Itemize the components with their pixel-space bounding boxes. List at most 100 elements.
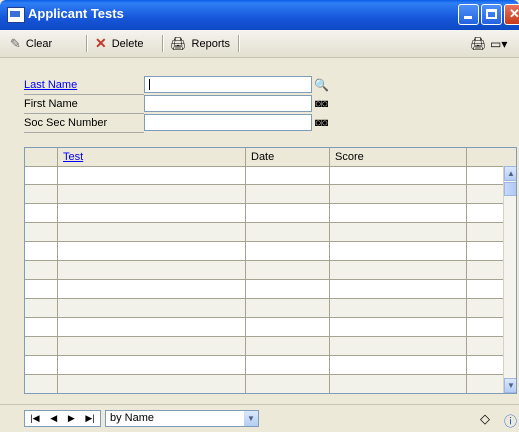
title-bar[interactable]: Applicant Tests <box>0 0 519 30</box>
note-icon[interactable]: ◇ <box>480 411 490 427</box>
table-cell[interactable] <box>25 280 58 298</box>
table-cell[interactable] <box>25 242 58 260</box>
table-cell[interactable] <box>58 261 246 279</box>
table-row[interactable] <box>25 337 503 356</box>
table-cell[interactable] <box>58 375 246 393</box>
table-cell[interactable] <box>246 166 330 184</box>
table-cell[interactable] <box>25 375 58 393</box>
table-cell[interactable] <box>58 280 246 298</box>
minimize-button[interactable] <box>458 4 479 25</box>
table-cell[interactable] <box>330 375 467 393</box>
help-icon[interactable]: ⓘ <box>504 411 517 430</box>
close-button[interactable] <box>504 4 519 25</box>
maximize-button[interactable] <box>481 4 502 25</box>
table-cell[interactable] <box>25 223 58 241</box>
table-cell[interactable] <box>330 299 467 317</box>
table-cell[interactable] <box>25 204 58 222</box>
table-cell[interactable] <box>467 299 503 317</box>
scroll-down-button[interactable]: ▼ <box>504 378 516 393</box>
table-cell[interactable] <box>246 337 330 355</box>
table-row[interactable] <box>25 223 503 242</box>
table-cell[interactable] <box>330 166 467 184</box>
previous-record-icon[interactable]: ◀ <box>50 413 57 424</box>
table-cell[interactable] <box>246 242 330 260</box>
chevron-down-icon[interactable]: ▼ <box>244 411 258 426</box>
table-row[interactable] <box>25 318 503 337</box>
table-cell[interactable] <box>330 337 467 355</box>
table-cell[interactable] <box>58 223 246 241</box>
first-name-field[interactable] <box>144 95 312 112</box>
print-button[interactable]: 🖨 <box>470 34 487 53</box>
table-cell[interactable] <box>25 185 58 203</box>
scroll-up-button[interactable]: ▲ <box>504 166 516 181</box>
table-cell[interactable] <box>467 242 503 260</box>
table-cell[interactable] <box>246 185 330 203</box>
table-cell[interactable] <box>330 223 467 241</box>
table-cell[interactable] <box>58 356 246 374</box>
ssn-field[interactable] <box>144 114 312 131</box>
table-cell[interactable] <box>25 318 58 336</box>
table-cell[interactable] <box>467 185 503 203</box>
table-cell[interactable] <box>58 204 246 222</box>
last-record-icon[interactable]: ▶| <box>85 413 94 424</box>
table-cell[interactable] <box>246 261 330 279</box>
table-cell[interactable] <box>246 356 330 374</box>
next-record-icon[interactable]: ▶ <box>68 413 75 424</box>
table-cell[interactable] <box>246 299 330 317</box>
table-cell[interactable] <box>25 299 58 317</box>
table-cell[interactable] <box>25 337 58 355</box>
table-cell[interactable] <box>467 337 503 355</box>
last-name-field[interactable] <box>144 76 312 93</box>
table-cell[interactable] <box>330 261 467 279</box>
table-cell[interactable] <box>25 166 58 184</box>
score-column-header[interactable]: Score <box>330 148 467 166</box>
ssn-search-button[interactable]: ◙◙ <box>313 114 330 131</box>
table-row[interactable] <box>25 356 503 375</box>
table-cell[interactable] <box>467 280 503 298</box>
table-row[interactable] <box>25 166 503 185</box>
delete-button[interactable]: ✕ Delete <box>95 34 144 53</box>
last-name-label[interactable]: Last Name <box>24 76 77 95</box>
table-cell[interactable] <box>330 185 467 203</box>
table-row[interactable] <box>25 185 503 204</box>
table-cell[interactable] <box>58 337 246 355</box>
window-options-button[interactable]: ▭▾ <box>490 34 507 53</box>
table-cell[interactable] <box>467 375 503 393</box>
first-name-search-button[interactable]: ◙◙ <box>313 95 330 112</box>
tests-grid[interactable]: Test Date Score ▲ ▼ <box>24 147 517 394</box>
table-cell[interactable] <box>58 185 246 203</box>
table-cell[interactable] <box>58 166 246 184</box>
table-row[interactable] <box>25 242 503 261</box>
table-cell[interactable] <box>467 261 503 279</box>
scroll-thumb[interactable] <box>504 182 516 196</box>
table-cell[interactable] <box>25 261 58 279</box>
reports-button[interactable]: 🖨 Reports <box>170 34 230 53</box>
table-cell[interactable] <box>58 242 246 260</box>
table-cell[interactable] <box>330 280 467 298</box>
clear-button[interactable]: ✎ Clear <box>10 34 52 53</box>
table-cell[interactable] <box>58 299 246 317</box>
table-cell[interactable] <box>467 166 503 184</box>
table-row[interactable] <box>25 280 503 299</box>
date-column-header[interactable]: Date <box>246 148 330 166</box>
table-row[interactable] <box>25 204 503 223</box>
table-cell[interactable] <box>467 356 503 374</box>
table-cell[interactable] <box>467 223 503 241</box>
table-cell[interactable] <box>58 318 246 336</box>
vertical-scrollbar[interactable]: ▲ ▼ <box>503 166 516 393</box>
table-cell[interactable] <box>467 204 503 222</box>
table-cell[interactable] <box>246 280 330 298</box>
table-cell[interactable] <box>246 204 330 222</box>
table-cell[interactable] <box>246 375 330 393</box>
test-column-header[interactable]: Test <box>58 148 246 166</box>
table-cell[interactable] <box>330 356 467 374</box>
first-record-icon[interactable]: |◀ <box>30 413 39 424</box>
table-cell[interactable] <box>25 356 58 374</box>
table-cell[interactable] <box>330 242 467 260</box>
table-row[interactable] <box>25 299 503 318</box>
table-cell[interactable] <box>246 318 330 336</box>
table-cell[interactable] <box>246 223 330 241</box>
table-cell[interactable] <box>467 318 503 336</box>
table-cell[interactable] <box>330 318 467 336</box>
table-row[interactable] <box>25 375 503 393</box>
